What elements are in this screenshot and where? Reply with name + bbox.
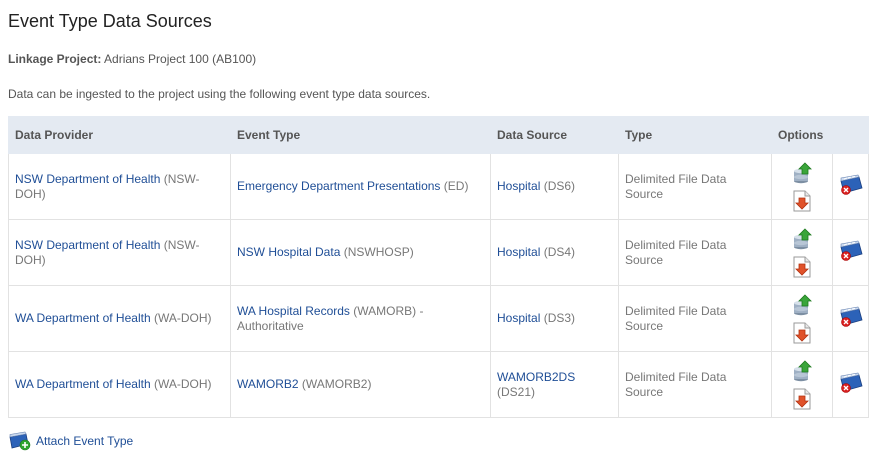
data-source-code: (DS3) bbox=[543, 311, 576, 325]
provider-code: (WA-DOH) bbox=[153, 311, 212, 325]
data-source-link[interactable]: WAMORB2DS bbox=[497, 370, 575, 384]
table-row: WA Department of Health (WA-DOH) WAMORB2 … bbox=[8, 351, 870, 418]
cell-remove bbox=[831, 219, 870, 286]
data-source-code: (DS4) bbox=[543, 245, 576, 259]
cell-event-type: WAMORB2 (WAMORB2) bbox=[230, 351, 491, 418]
document-download-icon[interactable] bbox=[792, 256, 812, 278]
project-value: Adrians Project 100 (AB100) bbox=[104, 52, 257, 66]
table-row: NSW Department of Health (NSW-DOH) Emerge… bbox=[8, 153, 870, 220]
attach-event-type[interactable]: Attach Event Type bbox=[8, 431, 868, 451]
header-data-source: Data Source bbox=[490, 116, 619, 154]
document-download-icon[interactable] bbox=[792, 190, 812, 212]
table-row: WA Department of Health (WA-DOH) WA Hospi… bbox=[8, 285, 870, 352]
event-type-code: (WAMORB) bbox=[353, 303, 417, 318]
header-type: Type bbox=[618, 116, 772, 154]
event-type-code: (WAMORB2) bbox=[301, 377, 372, 391]
page-title: Event Type Data Sources bbox=[8, 11, 212, 31]
cell-data-provider: NSW Department of Health (NSW-DOH) bbox=[8, 219, 231, 286]
database-upload-icon[interactable] bbox=[792, 293, 812, 316]
cell-options bbox=[771, 153, 833, 220]
database-upload-icon[interactable] bbox=[792, 359, 812, 382]
header-data-provider: Data Provider bbox=[8, 116, 231, 154]
cell-remove bbox=[831, 351, 870, 418]
cell-type: Delimited File Data Source bbox=[618, 351, 772, 418]
document-download-icon[interactable] bbox=[792, 388, 812, 410]
data-sources-table: Data Provider Event Type Data Source Typ… bbox=[8, 116, 870, 418]
database-upload-icon[interactable] bbox=[792, 161, 812, 184]
event-type-link[interactable]: NSW Hospital Data bbox=[237, 245, 340, 259]
event-type-code: (ED) bbox=[443, 179, 469, 193]
cell-data-source: Hospital (DS6) bbox=[490, 153, 619, 220]
provider-link[interactable]: WA Department of Health bbox=[15, 377, 151, 391]
document-download-icon[interactable] bbox=[792, 322, 812, 344]
table-header-row: Data Provider Event Type Data Source Typ… bbox=[8, 116, 870, 154]
provider-link[interactable]: NSW Department of Health bbox=[15, 238, 160, 252]
cell-remove bbox=[831, 153, 870, 220]
database-remove-icon[interactable] bbox=[838, 372, 864, 394]
data-source-code: (DS6) bbox=[543, 179, 576, 193]
database-upload-icon[interactable] bbox=[792, 227, 812, 250]
database-remove-icon[interactable] bbox=[838, 306, 864, 328]
cell-data-source: WAMORB2DS (DS21) bbox=[490, 351, 619, 418]
cell-data-provider: WA Department of Health (WA-DOH) bbox=[8, 351, 231, 418]
data-source-link[interactable]: Hospital bbox=[497, 311, 540, 325]
database-add-icon[interactable] bbox=[8, 431, 32, 451]
project-label: Linkage Project: bbox=[8, 52, 102, 66]
cell-type: Delimited File Data Source bbox=[618, 153, 772, 220]
header-options: Options bbox=[770, 116, 870, 154]
event-type-link[interactable]: Emergency Department Presentations bbox=[237, 179, 440, 193]
provider-code: (WA-DOH) bbox=[153, 377, 212, 391]
options-stack bbox=[772, 227, 832, 278]
cell-event-type: WA Hospital Records (WAMORB) - Authorita… bbox=[230, 285, 491, 352]
project-line: Linkage Project: Adrians Project 100 (AB… bbox=[8, 52, 868, 66]
cell-type: Delimited File Data Source bbox=[618, 219, 772, 286]
data-source-code: (DS21) bbox=[497, 384, 536, 399]
cell-remove bbox=[831, 285, 870, 352]
cell-type: Delimited File Data Source bbox=[618, 285, 772, 352]
cell-options bbox=[771, 219, 833, 286]
cell-options bbox=[771, 285, 833, 352]
attach-event-type-link[interactable]: Attach Event Type bbox=[36, 434, 133, 448]
data-source-link[interactable]: Hospital bbox=[497, 245, 540, 259]
cell-data-source: Hospital (DS3) bbox=[490, 285, 619, 352]
provider-link[interactable]: NSW Department of Health bbox=[15, 172, 160, 186]
cell-data-provider: NSW Department of Health (NSW-DOH) bbox=[8, 153, 231, 220]
event-type-link[interactable]: WAMORB2 bbox=[237, 377, 299, 391]
options-stack bbox=[772, 161, 832, 212]
cell-data-source: Hospital (DS4) bbox=[490, 219, 619, 286]
cell-data-provider: WA Department of Health (WA-DOH) bbox=[8, 285, 231, 352]
intro-text: Data can be ingested to the project usin… bbox=[8, 87, 431, 101]
cell-event-type: Emergency Department Presentations (ED) bbox=[230, 153, 491, 220]
data-source-link[interactable]: Hospital bbox=[497, 179, 540, 193]
header-event-type: Event Type bbox=[230, 116, 491, 154]
cell-options bbox=[771, 351, 833, 418]
event-type-link[interactable]: WA Hospital Records bbox=[237, 304, 350, 318]
provider-link[interactable]: WA Department of Health bbox=[15, 311, 151, 325]
options-stack bbox=[772, 359, 832, 410]
page: Event Type Data Sources Linkage Project:… bbox=[0, 0, 876, 451]
database-remove-icon[interactable] bbox=[838, 240, 864, 262]
database-remove-icon[interactable] bbox=[838, 174, 864, 196]
cell-event-type: NSW Hospital Data (NSWHOSP) bbox=[230, 219, 491, 286]
table-row: NSW Department of Health (NSW-DOH) NSW Ho… bbox=[8, 219, 870, 286]
event-type-code: (NSWHOSP) bbox=[343, 245, 414, 259]
options-stack bbox=[772, 293, 832, 344]
